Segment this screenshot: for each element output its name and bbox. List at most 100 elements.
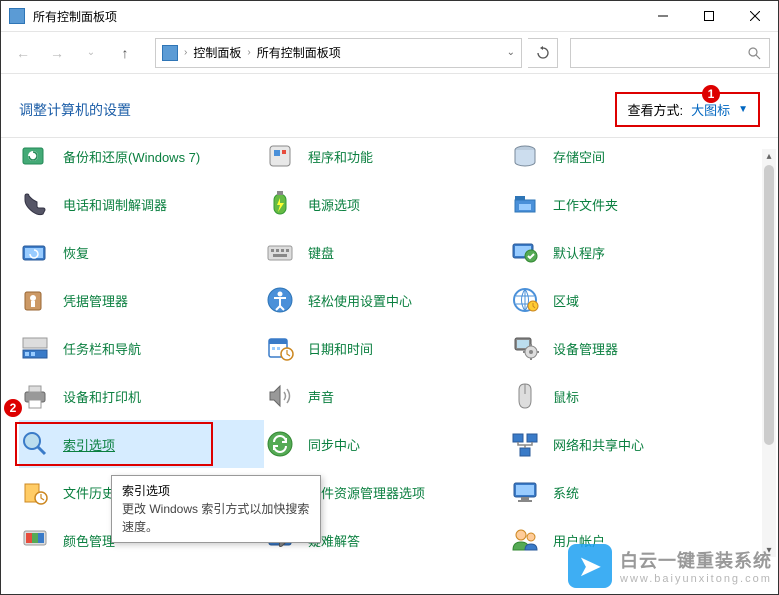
control-panel-icon — [162, 45, 178, 61]
watermark-icon: ➤ — [568, 544, 612, 588]
refresh-button[interactable] — [528, 38, 558, 68]
cp-item-work-folders[interactable]: 工作文件夹 — [509, 180, 754, 228]
toolbar: ← → ⌄ ↑ › 控制面板 › 所有控制面板项 ⌄ — [1, 32, 778, 74]
item-label: 存储空间 — [553, 147, 605, 166]
cp-item-recovery[interactable]: 恢复 — [19, 228, 264, 276]
cp-item-keyboard[interactable]: 键盘 — [264, 228, 509, 276]
chevron-right-icon: › — [247, 47, 250, 58]
cp-item-sync-center[interactable]: 同步中心 — [264, 420, 509, 468]
item-label: 恢复 — [63, 243, 89, 262]
cp-item-taskbar-navigation[interactable]: 任务栏和导航 — [19, 324, 264, 372]
item-label: 轻松使用设置中心 — [308, 291, 412, 310]
cp-item-indexing-options[interactable]: 索引选项 — [19, 420, 264, 468]
scroll-thumb[interactable] — [764, 165, 774, 445]
refresh-icon — [536, 46, 550, 60]
breadcrumb-item[interactable]: 控制面板 — [193, 44, 241, 61]
mouse-icon — [509, 380, 541, 412]
item-label: 程序和功能 — [308, 147, 373, 166]
phone-icon — [19, 188, 51, 220]
back-button[interactable]: ← — [9, 39, 37, 67]
watermark-text: 白云一键重装系统 — [620, 547, 772, 573]
window-title: 所有控制面板项 — [33, 8, 640, 25]
item-label: 同步中心 — [308, 435, 360, 454]
cp-item-system[interactable]: 系统 — [509, 468, 754, 516]
minimize-icon — [658, 11, 668, 21]
workfolder-icon — [509, 188, 541, 220]
vertical-scrollbar[interactable]: ▴ ▾ — [762, 149, 776, 557]
item-label: 设备管理器 — [553, 339, 618, 358]
chevron-right-icon: › — [184, 47, 187, 58]
cp-item-region[interactable]: 区域 — [509, 276, 754, 324]
search-input[interactable] — [570, 38, 770, 68]
subheader: 调整计算机的设置 查看方式: 大图标 ▼ — [1, 74, 778, 137]
cp-item-date-time[interactable]: 日期和时间 — [264, 324, 509, 372]
cp-item-network-sharing[interactable]: 网络和共享中心 — [509, 420, 754, 468]
maximize-button[interactable] — [686, 1, 732, 32]
cp-item-storage-spaces[interactable]: 存储空间 — [509, 137, 754, 180]
chevron-down-icon[interactable]: ⌄ — [507, 47, 515, 58]
cp-item-phone-modem[interactable]: 电话和调制解调器 — [19, 180, 264, 228]
cp-item-programs-features[interactable]: 程序和功能 — [264, 137, 509, 180]
item-label: 日期和时间 — [308, 339, 373, 358]
tooltip: 索引选项 更改 Windows 索引方式以加快搜索速度。 — [111, 475, 321, 543]
item-label: 网络和共享中心 — [553, 435, 644, 454]
title-bar: 所有控制面板项 — [1, 1, 778, 32]
control-panel-icon — [9, 8, 25, 24]
datetime-icon — [264, 332, 296, 364]
tooltip-title: 索引选项 — [122, 482, 310, 500]
region-icon — [509, 284, 541, 316]
sound-icon — [264, 380, 296, 412]
search-icon — [747, 46, 761, 60]
user-accounts-icon — [509, 524, 541, 556]
backup-icon — [19, 140, 51, 172]
sync-icon — [264, 428, 296, 460]
close-icon — [750, 11, 760, 21]
forward-button[interactable]: → — [43, 39, 71, 67]
cp-item-power-options[interactable]: 电源选项 — [264, 180, 509, 228]
close-button[interactable] — [732, 1, 778, 32]
item-label: 键盘 — [308, 243, 334, 262]
cp-item-backup-restore[interactable]: 备份和还原(Windows 7) — [19, 137, 264, 180]
item-label: 区域 — [553, 291, 579, 310]
recent-dropdown[interactable]: ⌄ — [77, 39, 105, 67]
cp-item-devices-printers[interactable]: 设备和打印机 — [19, 372, 264, 420]
item-label: 电源选项 — [308, 195, 360, 214]
device-manager-icon — [509, 332, 541, 364]
printer-icon — [19, 380, 51, 412]
address-bar[interactable]: › 控制面板 › 所有控制面板项 ⌄ — [155, 38, 522, 68]
cp-item-credential-manager[interactable]: 凭据管理器 — [19, 276, 264, 324]
file-history-icon — [19, 476, 51, 508]
chevron-down-icon: ▼ — [738, 104, 748, 115]
breadcrumb-item[interactable]: 所有控制面板项 — [257, 44, 341, 61]
cp-item-default-programs[interactable]: 默认程序 — [509, 228, 754, 276]
item-label: 系统 — [553, 483, 579, 502]
keyboard-icon — [264, 236, 296, 268]
taskbar-icon — [19, 332, 51, 364]
item-label: 声音 — [308, 387, 334, 406]
storage-icon — [509, 140, 541, 172]
item-label: 文件资源管理器选项 — [308, 483, 425, 502]
watermark-subtext: www.baiyunxitong.com — [620, 573, 772, 585]
indexing-icon — [19, 428, 51, 460]
view-mode-selector[interactable]: 查看方式: 大图标 ▼ — [615, 92, 760, 127]
credential-icon — [19, 284, 51, 316]
item-label: 备份和还原(Windows 7) — [63, 147, 200, 166]
cp-item-device-manager[interactable]: 设备管理器 — [509, 324, 754, 372]
item-label: 任务栏和导航 — [63, 339, 141, 358]
power-icon — [264, 188, 296, 220]
minimize-button[interactable] — [640, 1, 686, 32]
item-label: 鼠标 — [553, 387, 579, 406]
system-icon — [509, 476, 541, 508]
cp-item-ease-of-access[interactable]: 轻松使用设置中心 — [264, 276, 509, 324]
annotation-badge-1: 1 — [702, 85, 720, 103]
view-mode-label: 查看方式: — [627, 100, 683, 119]
cp-item-mouse[interactable]: 鼠标 — [509, 372, 754, 420]
item-label: 工作文件夹 — [553, 195, 618, 214]
up-button[interactable]: ↑ — [111, 39, 139, 67]
tooltip-body: 更改 Windows 索引方式以加快搜索速度。 — [122, 500, 310, 536]
scroll-up-button[interactable]: ▴ — [762, 149, 776, 163]
watermark: ➤ 白云一键重装系统 www.baiyunxitong.com — [568, 544, 772, 588]
recovery-icon — [19, 236, 51, 268]
cp-item-sound[interactable]: 声音 — [264, 372, 509, 420]
default-programs-icon — [509, 236, 541, 268]
